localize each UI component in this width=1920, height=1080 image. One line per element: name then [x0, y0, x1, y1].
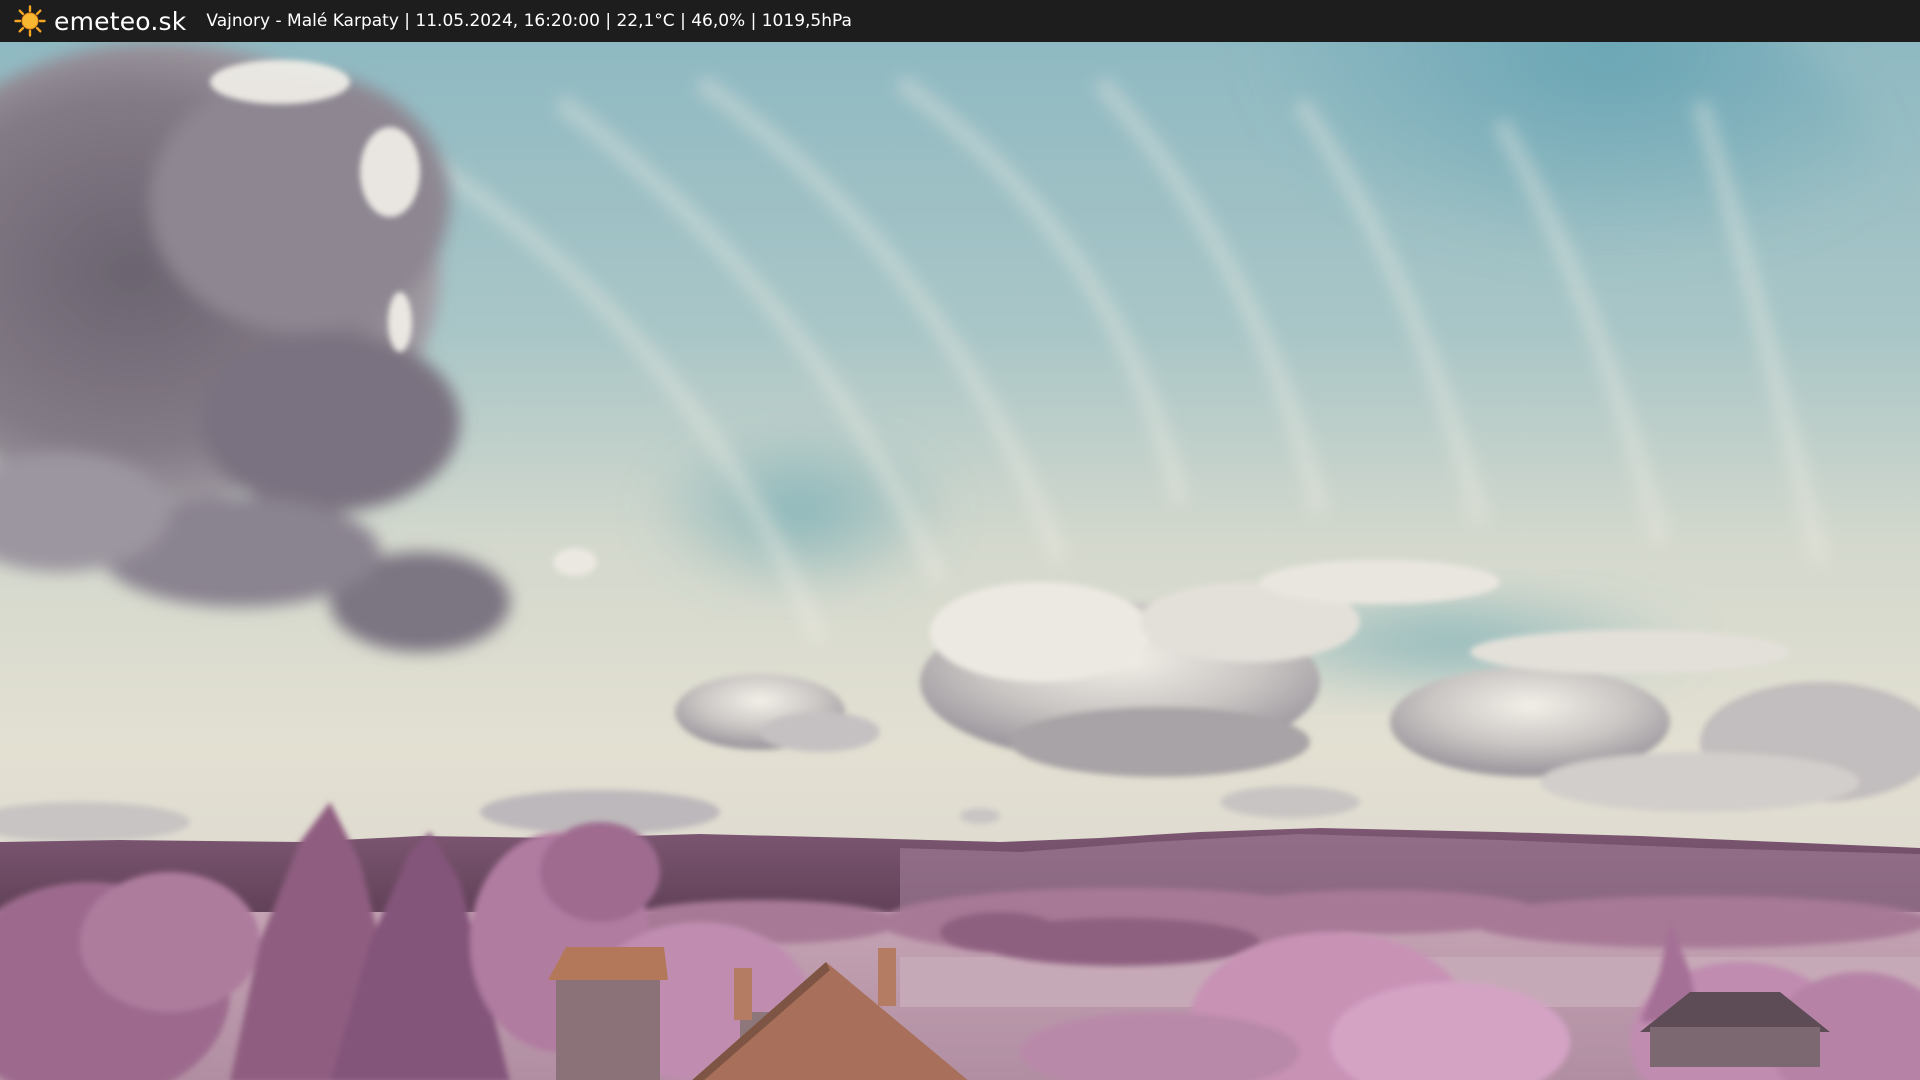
- sun-icon: [14, 5, 46, 37]
- brand-logo[interactable]: emeteo.sk: [14, 0, 206, 42]
- webcam-caption: Vajnory - Malé Karpaty | 11.05.2024, 16:…: [206, 11, 852, 31]
- top-bar: emeteo.sk Vajnory - Malé Karpaty | 11.05…: [0, 0, 1920, 42]
- webcam-image: [0, 42, 1920, 1080]
- brand-name: emeteo.sk: [54, 6, 187, 36]
- webcam-scene: [0, 42, 1920, 1080]
